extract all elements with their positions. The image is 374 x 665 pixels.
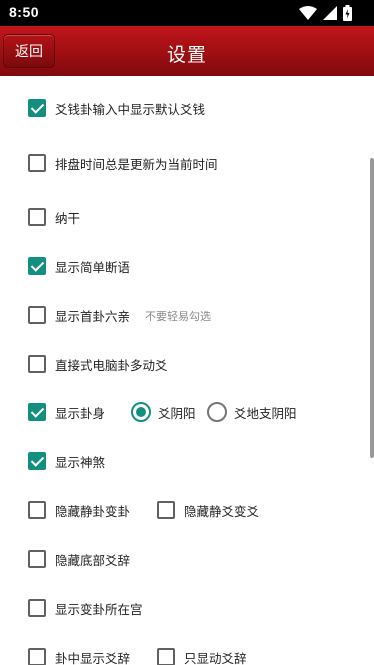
changed-palace-checkbox[interactable]: [28, 599, 46, 617]
branch-yinyang-radio[interactable]: [207, 402, 227, 422]
wifi-icon: [299, 6, 317, 20]
update-time-option[interactable]: 排盘时间总是更新为当前时间: [28, 148, 218, 178]
status-time: 8:50: [9, 4, 40, 20]
update-time-checkbox[interactable]: [28, 154, 46, 172]
moving-line-text-only-option[interactable]: 只显动爻辞: [157, 642, 247, 665]
first-hexagram-relatives-option[interactable]: 显示首卦六亲: [28, 300, 130, 330]
moving-line-text-only-label: 只显动爻辞: [184, 650, 247, 665]
default-coins-checkbox[interactable]: [28, 99, 46, 117]
simple-judgement-checkbox[interactable]: [28, 257, 46, 275]
multi-moving-lines-label: 直接式电脑卦多动爻: [55, 357, 168, 373]
show-line-text-checkbox[interactable]: [28, 648, 46, 665]
status-icons: [299, 5, 352, 21]
moving-line-text-only-checkbox[interactable]: [157, 648, 175, 665]
hexagram-body-label: 显示卦身: [55, 405, 106, 421]
show-line-text-option[interactable]: 卦中显示爻辞: [28, 642, 130, 665]
status-bar: 8:50: [0, 0, 374, 26]
update-time-label: 排盘时间总是更新为当前时间: [55, 156, 218, 172]
branch-yinyang-label: 爻地支阴阳: [234, 405, 297, 421]
show-line-text-label: 卦中显示爻辞: [55, 650, 131, 665]
hide-static-line-label: 隐藏静爻变爻: [184, 503, 260, 519]
simple-judgement-option[interactable]: 显示简单断语: [28, 251, 130, 281]
nagan-label: 纳干: [55, 210, 81, 226]
nagan-checkbox[interactable]: [28, 208, 46, 226]
setting-row-nagan: 纳干: [0, 202, 374, 232]
setting-row-line-text: 卦中显示爻辞 只显动爻辞: [0, 642, 374, 665]
page-title: 设置: [166, 44, 207, 66]
default-coins-option[interactable]: 爻钱卦输入中显示默认爻钱: [28, 93, 205, 123]
yao-yinyang-label: 爻阴阳: [158, 405, 196, 421]
first-hexagram-relatives-checkbox[interactable]: [28, 306, 46, 324]
simple-judgement-label: 显示简单断语: [55, 259, 131, 275]
changed-palace-option[interactable]: 显示变卦所在宫: [28, 593, 143, 623]
setting-row-hide-static: 隐藏静卦变卦 隐藏静爻变爻: [0, 495, 374, 525]
setting-row-hide-bottom-text: 隐藏底部爻辞: [0, 544, 374, 574]
hide-static-hexagram-option[interactable]: 隐藏静卦变卦: [28, 495, 130, 525]
setting-row-default-coins: 爻钱卦输入中显示默认爻钱: [0, 93, 374, 123]
warning-hint: 不要轻易勾选: [145, 310, 211, 323]
setting-row-changed-palace: 显示变卦所在宫: [0, 593, 374, 623]
nagan-option[interactable]: 纳干: [28, 202, 80, 232]
hide-static-hexagram-label: 隐藏静卦变卦: [55, 503, 131, 519]
hide-static-line-checkbox[interactable]: [157, 501, 175, 519]
setting-row-hexagram-body: 显示卦身 爻阴阳 爻地支阴阳: [0, 397, 374, 427]
settings-list[interactable]: 爻钱卦输入中显示默认爻钱 排盘时间总是更新为当前时间 纳干 显示简单断语 显示首…: [0, 76, 374, 665]
first-hexagram-relatives-label: 显示首卦六亲: [55, 308, 131, 324]
spirits-checkbox[interactable]: [28, 452, 46, 470]
changed-palace-label: 显示变卦所在宫: [55, 601, 143, 617]
branch-yinyang-option[interactable]: 爻地支阴阳: [207, 397, 297, 427]
battery-icon: [343, 5, 352, 21]
setting-row-multi-moving-lines: 直接式电脑卦多动爻: [0, 349, 374, 379]
scrollbar[interactable]: [370, 158, 374, 458]
hide-static-line-option[interactable]: 隐藏静爻变爻: [157, 495, 259, 525]
signal-icon: [323, 6, 337, 20]
yao-yinyang-radio[interactable]: [131, 402, 151, 422]
hide-static-hexagram-checkbox[interactable]: [28, 501, 46, 519]
setting-row-update-time: 排盘时间总是更新为当前时间: [0, 148, 374, 178]
hide-bottom-text-checkbox[interactable]: [28, 550, 46, 568]
multi-moving-lines-checkbox[interactable]: [28, 355, 46, 373]
multi-moving-lines-option[interactable]: 直接式电脑卦多动爻: [28, 349, 168, 379]
hide-bottom-text-option[interactable]: 隐藏底部爻辞: [28, 544, 130, 574]
spirits-option[interactable]: 显示神煞: [28, 446, 105, 476]
app-bar: 返回 设置: [0, 26, 374, 76]
setting-row-spirits: 显示神煞: [0, 446, 374, 476]
default-coins-label: 爻钱卦输入中显示默认爻钱: [55, 101, 206, 117]
setting-row-first-hexagram-relatives: 显示首卦六亲 不要轻易勾选: [0, 300, 374, 330]
hexagram-body-option[interactable]: 显示卦身: [28, 397, 105, 427]
hexagram-body-checkbox[interactable]: [28, 403, 46, 421]
hide-bottom-text-label: 隐藏底部爻辞: [55, 552, 131, 568]
yao-yinyang-option[interactable]: 爻阴阳: [131, 397, 196, 427]
setting-row-simple-judgement: 显示简单断语: [0, 251, 374, 281]
spirits-label: 显示神煞: [55, 454, 106, 470]
